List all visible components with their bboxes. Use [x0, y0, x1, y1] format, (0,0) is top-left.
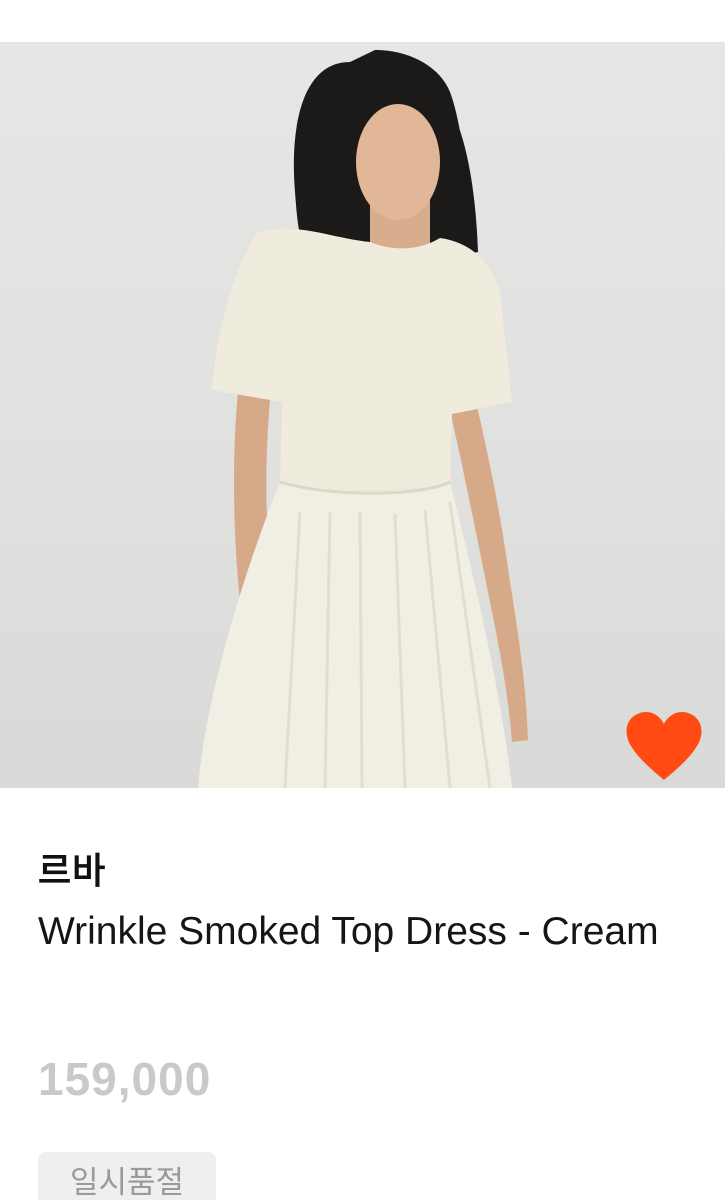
model-wearing-dress-illustration — [198, 50, 528, 788]
sold-out-badge: 일시품절 — [38, 1152, 216, 1200]
product-price: 159,000 — [38, 1053, 212, 1105]
heart-icon — [626, 712, 702, 780]
like-button[interactable] — [624, 710, 704, 782]
product-card[interactable]: 르바 Wrinkle Smoked Top Dress - Cream 159,… — [0, 0, 725, 1200]
brand-name[interactable]: 르바 — [38, 842, 106, 894]
product-photo[interactable] — [0, 42, 725, 788]
product-title[interactable]: Wrinkle Smoked Top Dress - Cream — [38, 904, 678, 960]
